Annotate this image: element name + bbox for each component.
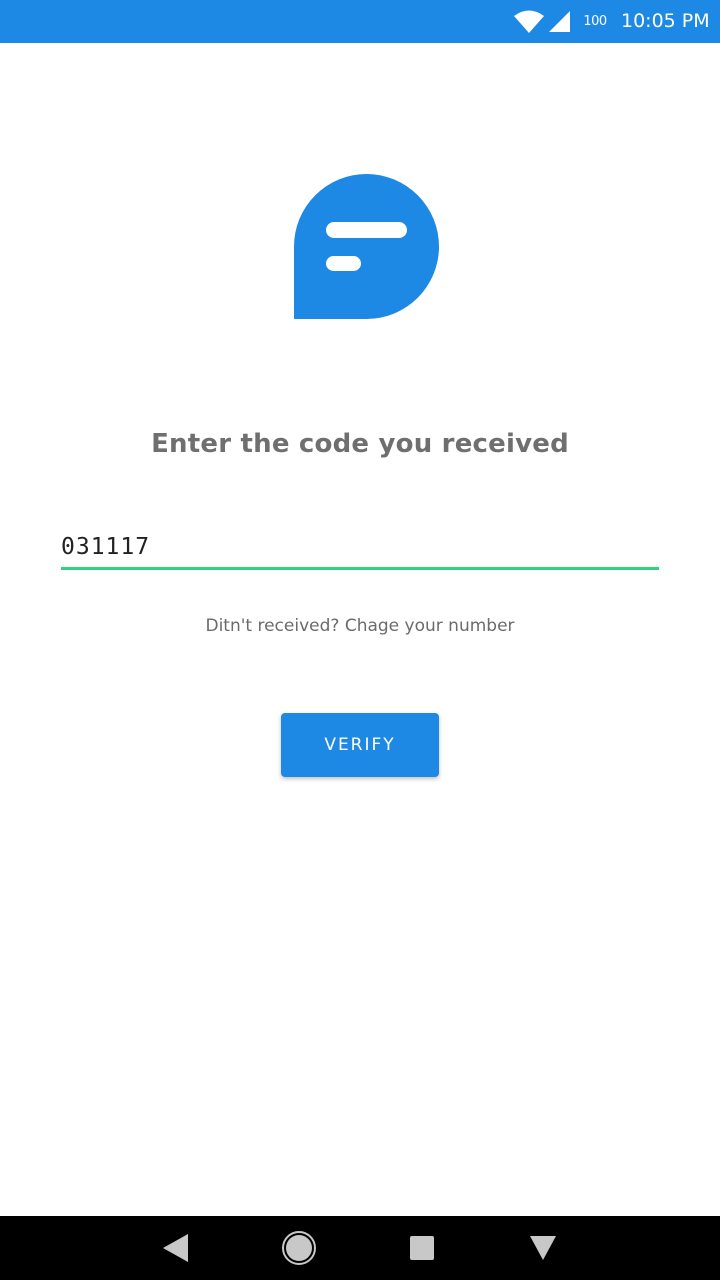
change-number-link[interactable]: Ditn't received? Chage your number [0, 612, 720, 640]
recents-button[interactable] [382, 1216, 462, 1280]
signal-icon [549, 11, 570, 32]
back-icon [163, 1234, 188, 1262]
navigation-bar [0, 1216, 720, 1280]
page-title: Enter the code you received [151, 429, 569, 459]
chat-bubble-logo [294, 174, 439, 319]
status-bar: 100 10:05 PM [0, 0, 720, 43]
home-button[interactable] [259, 1216, 339, 1280]
hide-keyboard-icon [530, 1236, 556, 1260]
status-clock: 10:05 PM [621, 10, 710, 32]
home-icon [282, 1231, 316, 1265]
code-input[interactable] [61, 528, 659, 566]
hide-keyboard-button[interactable] [503, 1216, 583, 1280]
battery-icon: 100 [582, 8, 608, 35]
wifi-icon [514, 10, 544, 33]
recents-icon [410, 1236, 434, 1260]
verify-button[interactable]: VERIFY [281, 713, 439, 777]
code-field [61, 528, 659, 572]
input-underline [61, 567, 659, 570]
back-button[interactable] [136, 1216, 216, 1280]
